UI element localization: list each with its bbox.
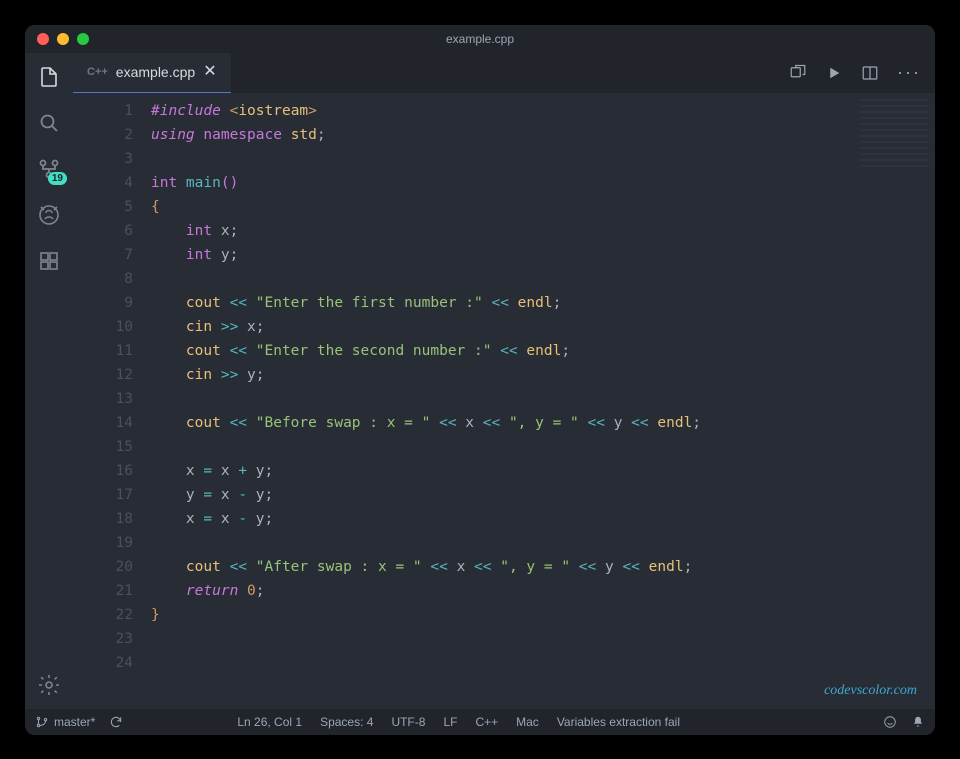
line-number: 18 (73, 507, 133, 531)
window-title: example.cpp (446, 32, 514, 46)
line-number: 22 (73, 603, 133, 627)
editor-window: example.cpp 19 (25, 25, 935, 735)
extensions-icon[interactable] (35, 247, 63, 275)
line-number: 23 (73, 627, 133, 651)
code-line[interactable]: x = x + y; (151, 459, 935, 483)
line-number: 24 (73, 651, 133, 675)
status-bar: master* Ln 26, Col 1 Spaces: 4 UTF-8 LF … (25, 709, 935, 735)
line-number: 16 (73, 459, 133, 483)
line-number: 1 (73, 99, 133, 123)
code-line[interactable] (151, 147, 935, 171)
line-number: 19 (73, 531, 133, 555)
code-content[interactable]: #include <iostream>using namespace std; … (151, 93, 935, 709)
source-control-icon[interactable]: 19 (35, 155, 63, 183)
line-number: 4 (73, 171, 133, 195)
line-number: 12 (73, 363, 133, 387)
code-line[interactable]: cin >> x; (151, 315, 935, 339)
code-line[interactable] (151, 651, 935, 675)
watermark: codevscolor.com (824, 679, 917, 703)
line-number-gutter: 123456789101112131415161718192021222324 (73, 93, 151, 709)
line-number: 3 (73, 147, 133, 171)
line-number: 9 (73, 291, 133, 315)
code-line[interactable]: cout << "Enter the first number :" << en… (151, 291, 935, 315)
close-tab-icon[interactable]: ✕ (203, 64, 216, 80)
status-center: Ln 26, Col 1 Spaces: 4 UTF-8 LF C++ Mac … (237, 715, 680, 729)
branch-name: master* (54, 715, 95, 729)
code-line[interactable]: x = x - y; (151, 507, 935, 531)
run-icon[interactable] (825, 64, 843, 82)
line-number: 13 (73, 387, 133, 411)
line-number: 15 (73, 435, 133, 459)
line-number: 21 (73, 579, 133, 603)
line-number: 17 (73, 483, 133, 507)
code-line[interactable]: } (151, 603, 935, 627)
line-number: 7 (73, 243, 133, 267)
code-line[interactable]: cout << "Enter the second number :" << e… (151, 339, 935, 363)
code-line[interactable] (151, 531, 935, 555)
code-editor[interactable]: 123456789101112131415161718192021222324 … (73, 93, 935, 709)
compare-changes-icon[interactable] (789, 64, 807, 82)
indentation-status[interactable]: Spaces: 4 (320, 715, 373, 729)
code-line[interactable]: using namespace std; (151, 123, 935, 147)
debug-icon[interactable] (35, 201, 63, 229)
search-icon[interactable] (35, 109, 63, 137)
code-line[interactable]: int y; (151, 243, 935, 267)
line-number: 5 (73, 195, 133, 219)
titlebar: example.cpp (25, 25, 935, 53)
cursor-position[interactable]: Ln 26, Col 1 (237, 715, 302, 729)
explorer-icon[interactable] (35, 63, 63, 91)
feedback-smiley-icon[interactable] (883, 715, 897, 729)
code-line[interactable]: return 0; (151, 579, 935, 603)
window-controls (37, 33, 89, 45)
maximize-window-button[interactable] (77, 33, 89, 45)
os-status[interactable]: Mac (516, 715, 539, 729)
code-line[interactable]: #include <iostream> (151, 99, 935, 123)
tab-bar: C++ example.cpp ✕ ··· (73, 53, 935, 93)
minimap[interactable] (859, 99, 929, 169)
close-window-button[interactable] (37, 33, 49, 45)
editor-area: C++ example.cpp ✕ ··· (73, 53, 935, 709)
line-number: 2 (73, 123, 133, 147)
tab-filename: example.cpp (116, 64, 195, 80)
notifications-bell-icon[interactable] (911, 715, 925, 729)
sync-icon[interactable] (109, 715, 123, 729)
line-number: 10 (73, 315, 133, 339)
code-line[interactable]: int x; (151, 219, 935, 243)
line-number: 8 (73, 267, 133, 291)
tab-example-cpp[interactable]: C++ example.cpp ✕ (73, 53, 231, 93)
code-line[interactable]: cout << "After swap : x = " << x << ", y… (151, 555, 935, 579)
minimize-window-button[interactable] (57, 33, 69, 45)
code-line[interactable] (151, 387, 935, 411)
code-line[interactable]: y = x - y; (151, 483, 935, 507)
line-number: 20 (73, 555, 133, 579)
split-editor-icon[interactable] (861, 64, 879, 82)
language-mode-status[interactable]: C++ (475, 715, 498, 729)
editor-actions: ··· (789, 53, 935, 93)
encoding-status[interactable]: UTF-8 (391, 715, 425, 729)
status-message[interactable]: Variables extraction fail (557, 715, 680, 729)
main-area: 19 C++ example.cpp ✕ (25, 53, 935, 709)
line-number: 11 (73, 339, 133, 363)
eol-status[interactable]: LF (443, 715, 457, 729)
code-line[interactable] (151, 435, 935, 459)
line-number: 6 (73, 219, 133, 243)
line-number: 14 (73, 411, 133, 435)
tab-language-badge: C++ (87, 66, 108, 78)
code-line[interactable]: int main() (151, 171, 935, 195)
code-line[interactable] (151, 627, 935, 651)
code-line[interactable]: cout << "Before swap : x = " << x << ", … (151, 411, 935, 435)
more-actions-icon[interactable]: ··· (897, 62, 921, 83)
code-line[interactable] (151, 267, 935, 291)
activity-bar: 19 (25, 53, 73, 709)
git-branch-status[interactable]: master* (35, 715, 95, 729)
code-line[interactable]: cin >> y; (151, 363, 935, 387)
settings-gear-icon[interactable] (35, 671, 63, 699)
scm-badge: 19 (48, 172, 67, 185)
code-line[interactable]: { (151, 195, 935, 219)
